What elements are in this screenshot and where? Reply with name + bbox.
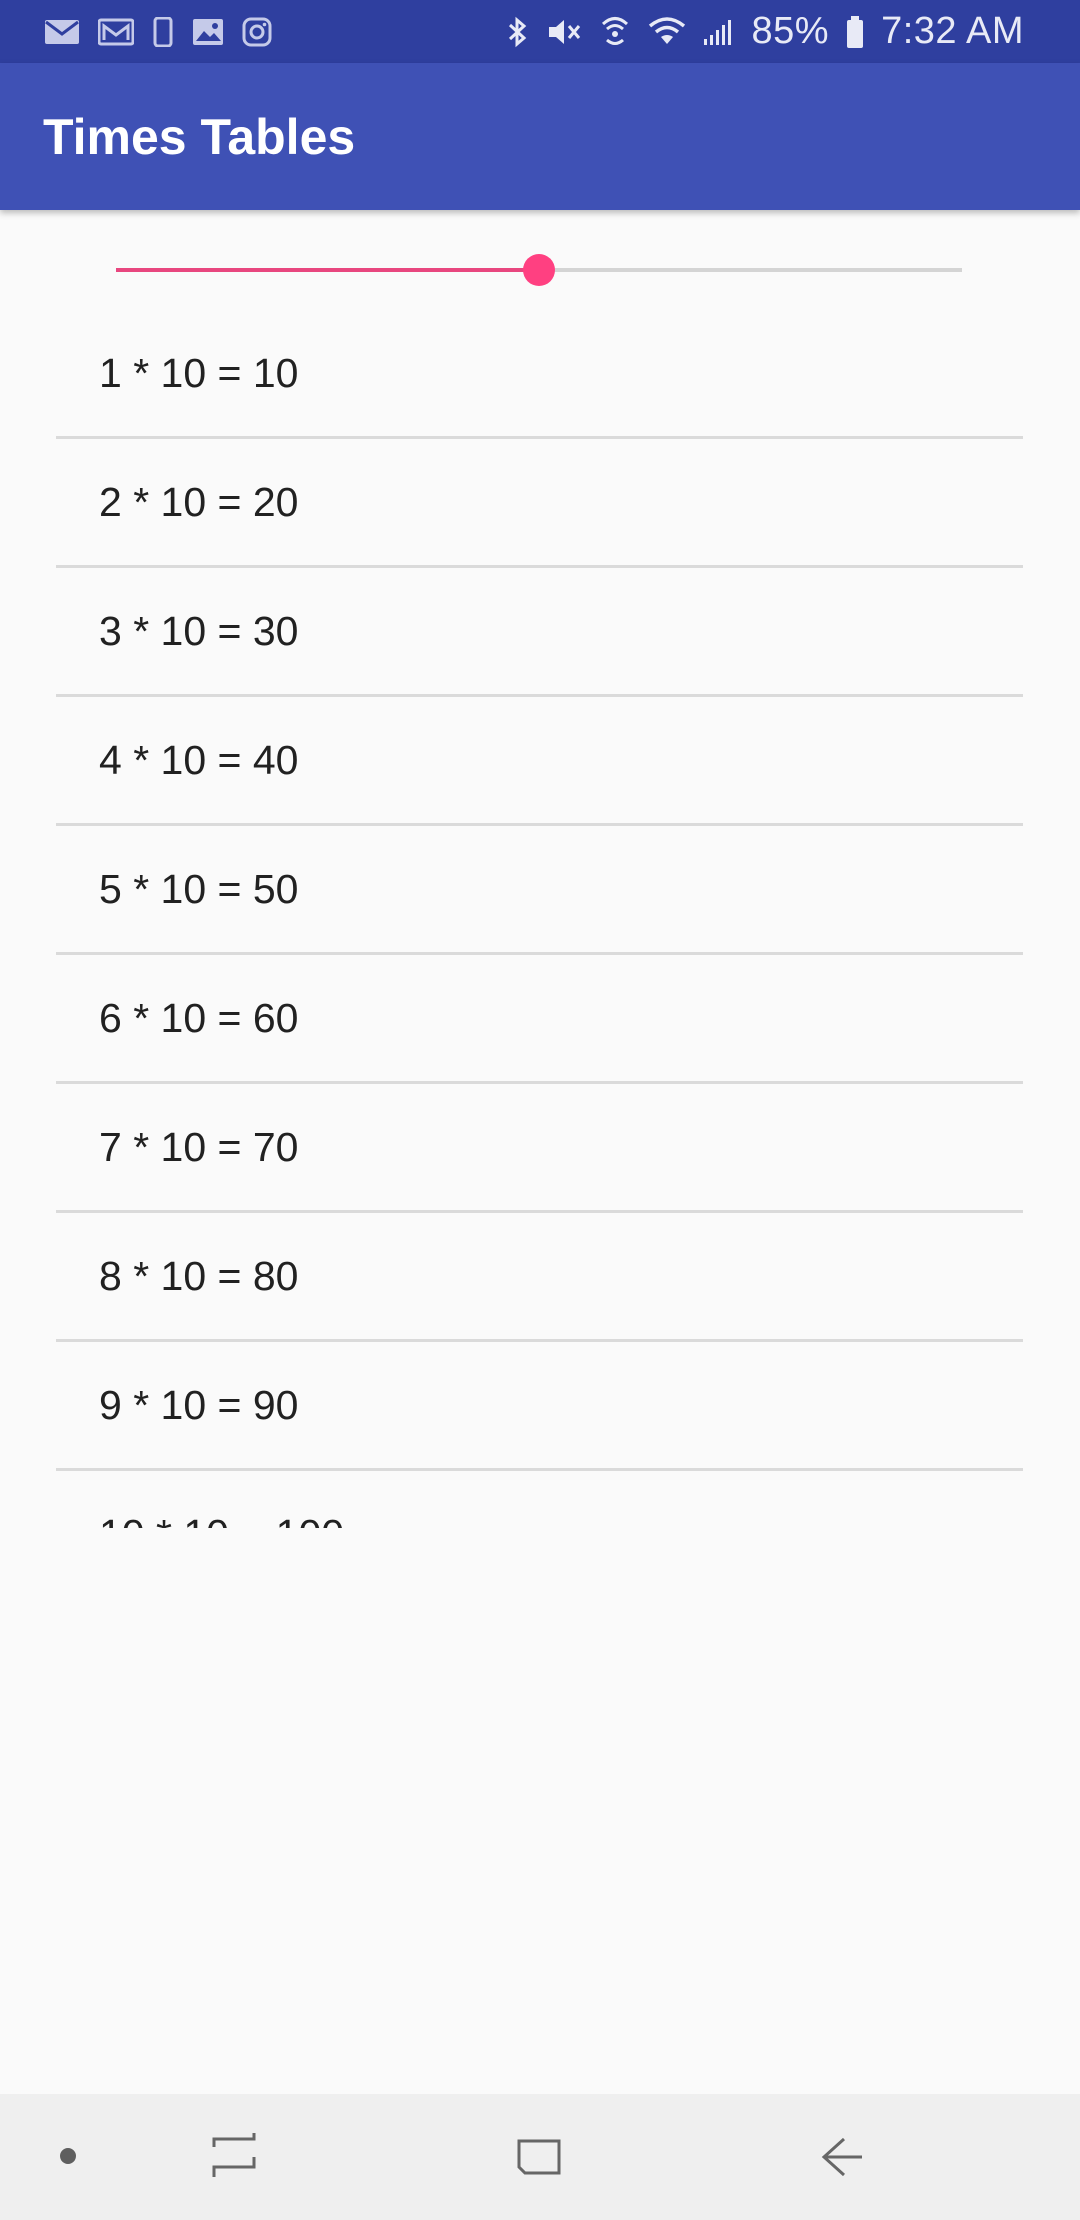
- list-item-text: 5 * 10 = 50: [99, 865, 299, 912]
- app-title: Times Tables: [43, 108, 356, 165]
- list-item[interactable]: 4 * 10 = 40: [56, 697, 1023, 826]
- gmail-icon: [98, 18, 134, 46]
- mute-icon: [546, 16, 582, 48]
- gallery-icon: [192, 18, 224, 46]
- home-icon[interactable]: [515, 2127, 565, 2192]
- phone-icon: [152, 16, 174, 47]
- list-item-text: 2 * 10 = 20: [99, 478, 299, 525]
- list-item-text: 4 * 10 = 40: [99, 736, 299, 783]
- list-item[interactable]: 9 * 10 = 90: [56, 1342, 1023, 1471]
- table-slider[interactable]: [116, 250, 962, 290]
- back-icon[interactable]: [818, 2127, 868, 2192]
- app-bar: Times Tables: [0, 63, 1080, 210]
- list-item[interactable]: 1 * 10 = 10: [56, 310, 1023, 439]
- clock: 7:32 AM: [881, 10, 1024, 52]
- hotspot-icon: [598, 15, 632, 49]
- screen: 85% 7:32 AM Times Tables 1 * 10 = 10 2 *…: [0, 0, 1080, 2220]
- battery-icon: [845, 15, 865, 49]
- times-table-list[interactable]: 1 * 10 = 10 2 * 10 = 20 3 * 10 = 30 4 * …: [56, 310, 1023, 1528]
- list-item[interactable]: 5 * 10 = 50: [56, 826, 1023, 955]
- list-item-text: 10 * 10 = 100: [99, 1511, 344, 1529]
- list-item[interactable]: 2 * 10 = 20: [56, 439, 1023, 568]
- list-item-text: 7 * 10 = 70: [99, 1123, 299, 1170]
- system-icons: 85% 7:32 AM: [490, 10, 1024, 53]
- wifi-icon: [648, 16, 686, 48]
- list-item[interactable]: 8 * 10 = 80: [56, 1213, 1023, 1342]
- list-item-text: 3 * 10 = 30: [99, 607, 299, 654]
- instagram-icon: [242, 17, 272, 47]
- list-item-text: 6 * 10 = 60: [99, 994, 299, 1041]
- list-item-text: 1 * 10 = 10: [99, 349, 299, 396]
- slider-fill: [116, 268, 539, 272]
- list-item[interactable]: 3 * 10 = 30: [56, 568, 1023, 697]
- slider-thumb[interactable]: [523, 254, 555, 286]
- recents-icon[interactable]: [210, 2127, 260, 2192]
- dot-icon[interactable]: [60, 2148, 76, 2164]
- battery-percent: 85%: [751, 10, 830, 52]
- list-item[interactable]: 7 * 10 = 70: [56, 1084, 1023, 1213]
- mail-icon: [44, 18, 80, 46]
- bluetooth-icon: [506, 16, 530, 48]
- signal-icon: [702, 17, 736, 47]
- navigation-bar: [0, 2094, 1080, 2220]
- list-item[interactable]: 10 * 10 = 100: [56, 1471, 1023, 1529]
- list-item-text: 9 * 10 = 90: [99, 1381, 299, 1428]
- list-item[interactable]: 6 * 10 = 60: [56, 955, 1023, 1084]
- notification-icons: [44, 16, 290, 47]
- status-bar: 85% 7:32 AM: [0, 0, 1080, 63]
- list-item-text: 8 * 10 = 80: [99, 1252, 299, 1299]
